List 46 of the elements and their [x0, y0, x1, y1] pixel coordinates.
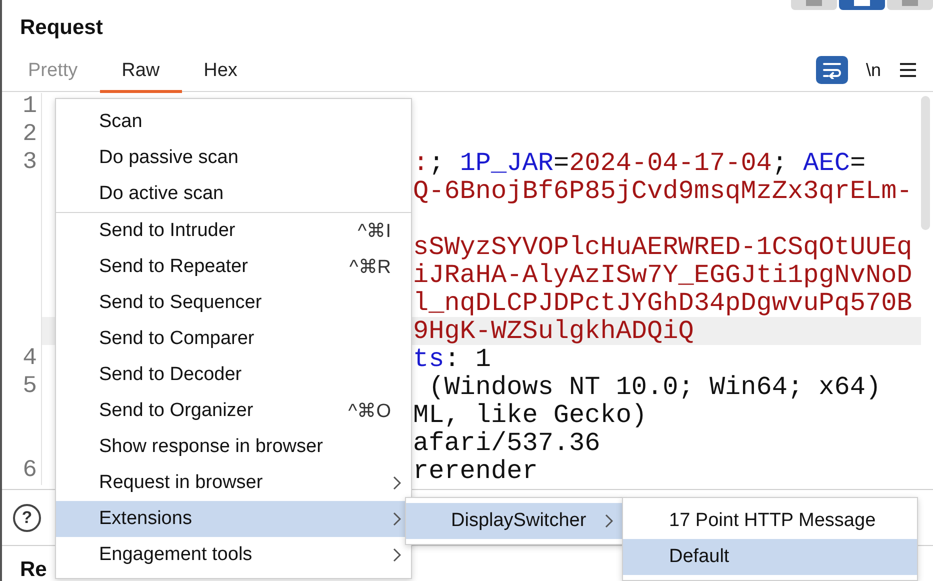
menu-item[interactable]: Scan: [56, 104, 411, 140]
code-line: sSWyzSYVOPlcHuAERWRED-1CSqOtUUEq: [413, 233, 912, 261]
wrap-lines-button[interactable]: [816, 56, 848, 84]
code-line: rerender: [413, 457, 538, 485]
menu-item[interactable]: Send to Comparer: [56, 321, 411, 357]
menu-item[interactable]: Do passive scan: [56, 140, 411, 176]
menu-item[interactable]: Default: [623, 539, 917, 575]
menu-item[interactable]: Send to Organizer ^⌘O: [56, 393, 411, 429]
code-line: afari/537.36: [413, 429, 600, 457]
panel-title: Re: [20, 558, 47, 581]
menu-item[interactable]: Send to Decoder: [56, 357, 411, 393]
newline-toggle[interactable]: \n: [862, 58, 885, 82]
code-line: 9HgK-WZSulgkhADQiQ: [413, 317, 694, 345]
menu-item[interactable]: Send to Repeater ^⌘R: [56, 249, 411, 285]
line-number: 5: [2, 373, 42, 401]
line-number: 1: [2, 93, 42, 121]
code-line: :; 1P_JAR=2024-04-17-04; AEC=: [413, 149, 866, 177]
code-line: (Windows NT 10.0; Win64; x64): [428, 373, 882, 401]
menu-item[interactable]: Send to Sequencer: [56, 285, 411, 321]
menu-item[interactable]: Engagement tools: [56, 537, 411, 573]
line-number: 6: [2, 457, 42, 485]
chevron-icon: [393, 548, 401, 562]
chevron-icon: [393, 512, 401, 526]
panel-title: Request: [20, 15, 103, 41]
view-tab[interactable]: Raw: [100, 54, 182, 92]
code-line: ts: 1: [413, 345, 492, 373]
wrap-icon: [822, 61, 842, 79]
code-line: iJRaHA-AlyAzISw7Y_EGGJti1pgNvNoD: [413, 261, 912, 289]
code-line: Q-6BnojBf6P85jCvd9msqMzZx3qrELm-: [413, 177, 912, 205]
line-number: 2: [2, 121, 42, 149]
code-line: ML, like Gecko): [413, 401, 648, 429]
view-tab[interactable]: Hex: [182, 54, 260, 92]
code-line: l_nqDLCPJDPctJYGhD34pDgwvuPq570B: [413, 289, 912, 317]
menu-item[interactable]: Show response in browser: [56, 429, 411, 465]
menu-icon[interactable]: [899, 62, 917, 78]
menu-item[interactable]: Request in browser: [56, 465, 411, 501]
menu-item[interactable]: Do active scan: [56, 176, 411, 212]
chevron-icon: [393, 476, 401, 490]
menu-item[interactable]: Send to Intruder ^⌘I: [56, 213, 411, 249]
scrollbar[interactable]: [921, 96, 930, 230]
line-number: 3: [2, 149, 42, 177]
help-button[interactable]: ?: [13, 504, 41, 532]
menu-item[interactable]: 17 Point HTTP Message: [623, 503, 917, 539]
chevron-icon: [605, 514, 613, 528]
line-number: 4: [2, 345, 42, 373]
menu-item[interactable]: DisplaySwitcher: [406, 503, 623, 539]
